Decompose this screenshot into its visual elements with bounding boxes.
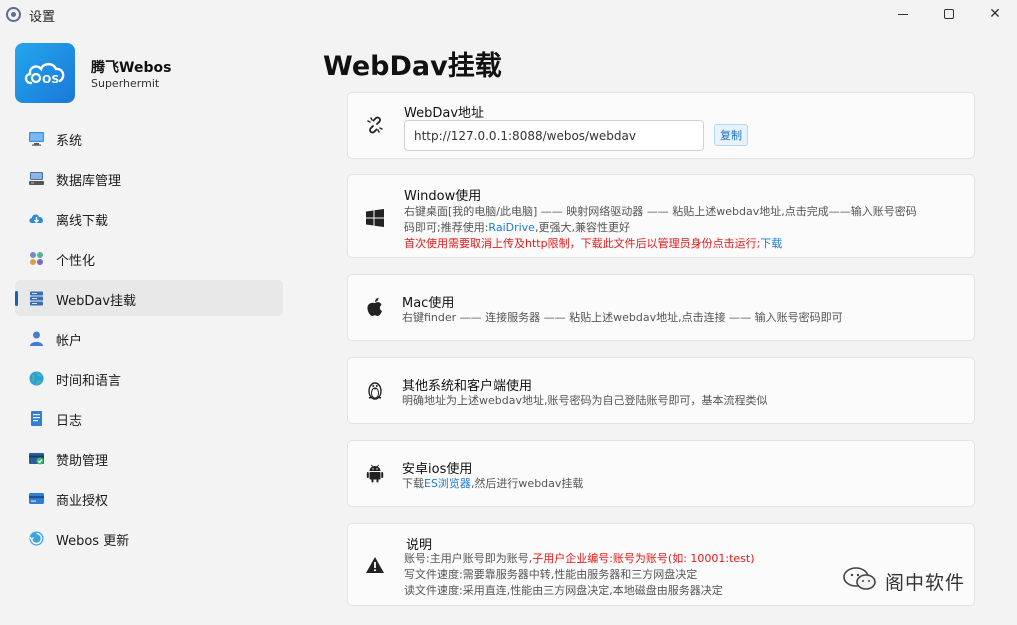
close-button[interactable]: ✕	[972, 0, 1017, 28]
sidebar-item-label: 数据库管理	[56, 174, 122, 189]
wechat-watermark-icon	[842, 566, 878, 596]
sidebar-item-label: 离线下载	[56, 214, 109, 229]
linux-penguin-icon	[365, 380, 385, 400]
other-systems-title: 其他系统和客户端使用	[402, 379, 533, 394]
mac-usage-card: Mac使用 右键finder —— 连接服务器 —— 粘贴上述webdav地址,…	[347, 274, 975, 341]
window-title: 设置	[29, 10, 56, 25]
log-icon	[31, 411, 42, 426]
mac-usage-text: 右键finder —— 连接服务器 —— 粘贴上述webdav地址,点击连接 —…	[402, 311, 843, 324]
sidebar-item-account[interactable]: 帐户	[15, 320, 283, 356]
download-link[interactable]: 下载	[760, 237, 782, 250]
monitor-icon	[29, 132, 44, 146]
sidebar-item-label: 帐户	[56, 334, 83, 349]
webdav-url-input[interactable]	[404, 120, 704, 151]
notes-card: 说明 账号:主用户账号即为账号,子用户企业编号:账号为账号(如: 10001:t…	[347, 523, 975, 606]
windows-usage-card: Window使用 右键桌面[我的电脑/此电脑] —— 映射网络驱动器 —— 粘贴…	[347, 174, 975, 258]
sidebar-item-webdav[interactable]: WebDav挂载	[15, 280, 283, 316]
sidebar-item-sponsor[interactable]: 赞助管理	[15, 440, 283, 476]
account-icon	[30, 331, 43, 346]
broken-link-icon	[365, 115, 385, 135]
windows-warning-text: 首次使用需要取消上传及http限制，下载此文件后以管理员身份点击运行;	[404, 237, 761, 250]
sponsor-icon	[29, 453, 44, 465]
other-systems-text: 明确地址为上述webdav地址,账号密码为自己登陆账号即可，基本流程类似	[402, 394, 768, 407]
warning-triangle-icon	[365, 555, 385, 575]
copy-button[interactable]: 复制	[714, 124, 748, 146]
sidebar-item-personalize[interactable]: 个性化	[15, 240, 283, 276]
profile-subtitle: Superhermit	[91, 77, 160, 90]
sidebar-item-label: 商业授权	[56, 494, 109, 509]
sidebar-item-label: 系统	[56, 134, 83, 149]
logo-text: OS	[42, 73, 59, 86]
page-title: WebDav挂载	[323, 51, 502, 82]
sidebar-item-system[interactable]: 系统	[15, 120, 283, 156]
sidebar-item-label: Webos 更新	[56, 534, 130, 549]
android-text-prefix: 下载	[402, 477, 424, 490]
windows-usage-line1: 右键桌面[我的电脑/此电脑] —— 映射网络驱动器 —— 粘贴上述webdav地…	[404, 205, 917, 218]
sidebar-item-offline-download[interactable]: 离线下载	[15, 200, 283, 236]
windows-usage-line3: 首次使用需要取消上传及http限制，下载此文件后以管理员身份点击运行;下载	[404, 236, 782, 252]
es-browser-link[interactable]: ES浏览器	[424, 477, 471, 490]
android-text-suffix: ,然后进行webdav挂载	[470, 477, 584, 490]
database-icon	[29, 172, 44, 185]
close-icon: ✕	[989, 6, 1001, 22]
minimize-button[interactable]	[880, 0, 926, 28]
minimize-icon	[898, 13, 908, 15]
card-icon	[29, 493, 44, 504]
notes-line3: 读文件速度:采用直连,性能由三方网盘决定,本地磁盘由服务器决定	[404, 584, 723, 597]
profile-logo: OS	[15, 43, 75, 103]
personalize-icon	[30, 252, 43, 265]
webdav-address-label: WebDav地址	[404, 106, 485, 121]
android-ios-title: 安卓ios使用	[402, 462, 473, 477]
server-icon	[30, 291, 43, 306]
maximize-icon	[944, 9, 954, 19]
sidebar-item-label: 日志	[56, 414, 83, 429]
sidebar-item-label: 个性化	[56, 254, 96, 269]
watermark-text: 阁中软件	[885, 572, 966, 594]
apple-logo-icon	[365, 297, 385, 317]
sidebar-item-license[interactable]: 商业授权	[15, 480, 283, 516]
maximize-button[interactable]	[926, 0, 972, 28]
notes-line1-prefix: 账号:主用户账号即为账号,	[404, 552, 533, 565]
sidebar-item-label: 赞助管理	[56, 454, 109, 469]
other-systems-card: 其他系统和客户端使用 明确地址为上述webdav地址,账号密码为自己登陆账号即可…	[347, 357, 975, 424]
sidebar-item-database[interactable]: 数据库管理	[15, 160, 283, 196]
notes-line2: 写文件速度:需要靠服务器中转,性能由服务器和三方网盘决定	[404, 568, 698, 581]
mac-usage-title: Mac使用	[402, 296, 455, 311]
android-logo-icon	[365, 463, 385, 483]
notes-line1-highlight: 子用户企业编号:账号为账号(如: 10001:test)	[532, 552, 755, 565]
title-bar: 设置 ✕	[0, 0, 1017, 28]
update-icon	[29, 531, 44, 546]
windows-logo-icon	[365, 208, 385, 228]
sidebar-item-label: 时间和语言	[56, 374, 122, 389]
windows-line2-suffix: ,更强大,兼容性更好	[534, 221, 630, 234]
windows-line2-prefix: 码即可;推荐使用:	[404, 221, 489, 234]
android-ios-card: 安卓ios使用 下载ES浏览器,然后进行webdav挂载	[347, 440, 975, 507]
sidebar-item-time-language[interactable]: 时间和语言	[15, 360, 283, 396]
raidrive-link[interactable]: RaiDrive	[488, 221, 535, 234]
profile-name: 腾飞Webos	[91, 60, 172, 76]
notes-line1: 账号:主用户账号即为账号,子用户企业编号:账号为账号(如: 10001:test…	[404, 551, 755, 567]
cloud-download-icon	[29, 214, 43, 223]
sidebar-item-update[interactable]: Webos 更新	[15, 520, 283, 556]
settings-app-icon	[6, 7, 21, 22]
webdav-address-card: WebDav地址 复制	[347, 92, 975, 159]
windows-usage-title: Window使用	[404, 189, 482, 204]
globe-icon	[29, 371, 44, 386]
sidebar-item-label: WebDav挂载	[56, 294, 137, 309]
sidebar-item-log[interactable]: 日志	[15, 400, 283, 436]
android-ios-text: 下载ES浏览器,然后进行webdav挂载	[402, 476, 583, 492]
windows-usage-line2: 码即可;推荐使用:RaiDrive,更强大,兼容性更好	[404, 220, 630, 236]
cloud-os-logo-icon: OS	[24, 62, 65, 86]
sidebar-nav: 系统 数据库管理 离线下载 个性化 WebDav挂载 帐户 时间和语言 日志 赞…	[15, 120, 283, 560]
